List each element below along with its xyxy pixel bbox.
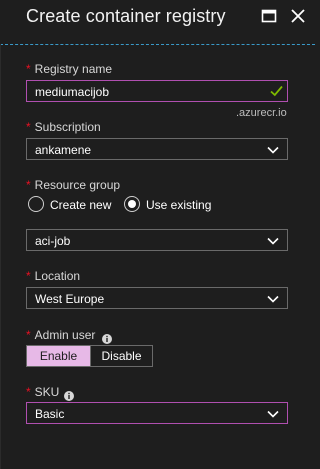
radio-circle-checked[interactable] [124,196,140,212]
location-select[interactable]: West Europe [26,287,288,309]
resource-group-label: * Resource group [26,178,120,192]
subscription-select[interactable]: ankamene [26,138,288,160]
sku-label: * SKU [26,385,59,399]
registry-name-input[interactable]: mediumacijob [26,80,288,102]
required-star: * [26,178,31,192]
admin-user-toggle: Enable Disable [26,345,153,367]
resource-group-label-text: Resource group [34,178,121,192]
chevron-down-icon [267,293,279,303]
blade-left-border [0,44,1,469]
close-icon[interactable] [290,8,306,24]
radio-use-existing[interactable]: Use existing [124,196,219,214]
info-icon[interactable] [102,331,112,344]
admin-user-label: * Admin user [26,328,95,342]
sku-label-text: SKU [34,385,60,399]
radio-use-existing-label: Use existing [146,198,212,212]
required-star: * [26,269,31,283]
chevron-down-icon [267,144,279,154]
checkmark-icon [270,85,283,97]
location-label-text: Location [34,269,81,283]
location-value: West Europe [35,292,105,306]
chevron-down-icon [267,235,279,245]
registry-domain-suffix: .azurecr.io [236,107,287,119]
subscription-label-text: Subscription [34,120,101,134]
chevron-down-icon [267,408,279,418]
sku-value: Basic [35,407,65,421]
subscription-label: * Subscription [26,120,101,134]
radio-circle[interactable] [28,196,44,212]
required-star: * [26,62,31,76]
admin-user-label-text: Admin user [34,328,96,342]
blade-header: Create container registry [0,0,315,44]
subscription-value: ankamene [35,143,92,157]
resource-group-value: aci-job [35,234,71,248]
location-label: * Location [26,269,80,283]
maximize-icon[interactable] [261,8,277,24]
registry-name-label-text: Registry name [34,62,113,76]
sku-select[interactable]: Basic [26,402,288,424]
disable-button[interactable]: Disable [90,346,152,366]
registry-name-value: mediumacijob [35,85,110,99]
enable-button[interactable]: Enable [27,346,90,366]
radio-create-new-label: Create new [50,198,112,212]
registry-name-label: * Registry name [26,62,112,76]
create-container-registry-blade: Create container registry * Registry name… [0,0,315,469]
resource-group-select[interactable]: aci-job [26,229,288,251]
required-star: * [26,120,31,134]
blade-title: Create container registry [26,6,226,26]
required-star: * [26,328,31,342]
radio-create-new[interactable]: Create new [28,196,118,214]
required-star: * [26,385,31,399]
header-divider [0,44,315,45]
info-icon[interactable] [64,388,74,401]
